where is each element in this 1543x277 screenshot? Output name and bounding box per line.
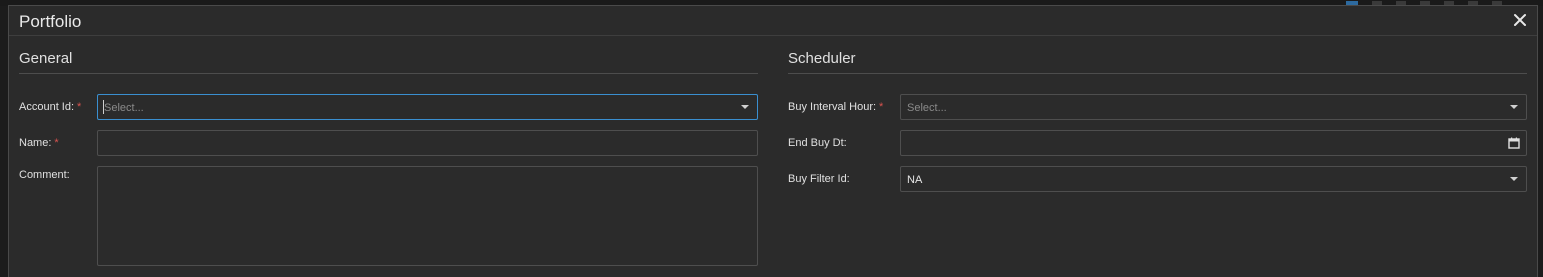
dialog-title: Portfolio (19, 12, 82, 31)
account-id-label: Account Id: * (19, 101, 82, 113)
buy-filter-id-select[interactable]: NA (900, 166, 1527, 192)
buy-interval-hour-placeholder: Select... (907, 102, 947, 114)
scheduler-heading: Scheduler (788, 50, 856, 67)
required-marker: * (54, 137, 59, 149)
required-marker: * (879, 101, 884, 113)
general-divider (19, 73, 758, 74)
chevron-down-icon[interactable] (1510, 105, 1518, 109)
comment-textarea[interactable] (97, 166, 758, 266)
end-buy-dt-input[interactable] (900, 130, 1527, 156)
buy-interval-hour-label: Buy Interval Hour: * (788, 101, 884, 113)
end-buy-dt-label: End Buy Dt: (788, 137, 847, 149)
name-label: Name: * (19, 137, 59, 149)
scheduler-divider (788, 73, 1527, 74)
portfolio-dialog: Portfolio General Account Id: * Select...… (8, 5, 1538, 277)
comment-label: Comment: (19, 169, 70, 181)
buy-filter-id-value: NA (907, 174, 923, 186)
buy-filter-id-label: Buy Filter Id: (788, 173, 850, 185)
calendar-icon[interactable] (1508, 137, 1520, 149)
close-icon[interactable] (1512, 12, 1528, 28)
required-marker: * (77, 101, 82, 113)
chevron-down-icon[interactable] (741, 105, 749, 109)
general-heading: General (19, 50, 73, 67)
dialog-titlebar: Portfolio (9, 6, 1537, 36)
buy-interval-hour-select[interactable]: Select... (900, 94, 1527, 120)
name-input[interactable] (97, 130, 758, 156)
account-id-placeholder: Select... (104, 102, 144, 114)
account-id-select[interactable]: Select... (97, 94, 758, 120)
chevron-down-icon[interactable] (1510, 177, 1518, 181)
